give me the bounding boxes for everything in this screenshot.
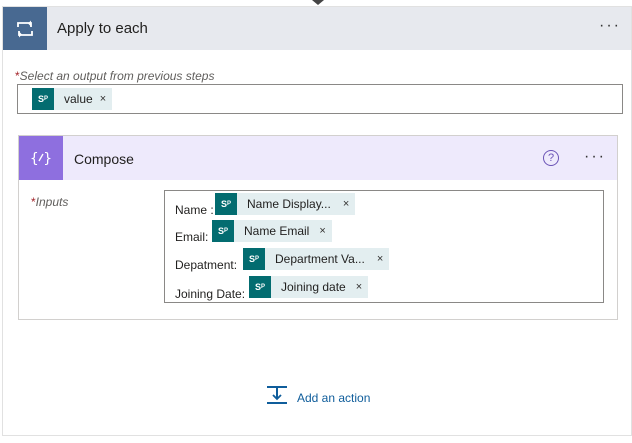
name-line-label: Name :	[175, 203, 214, 217]
compose-header[interactable]: { } Compose ? ···	[19, 136, 617, 180]
inputs-label-text: Inputs	[35, 195, 69, 209]
apply-more-options-icon[interactable]: ···	[599, 18, 621, 34]
remove-token-icon[interactable]: ×	[356, 281, 368, 293]
select-output-label: *Select an output from previous steps	[15, 69, 214, 83]
compose-more-options-icon[interactable]: ···	[584, 149, 606, 165]
apply-to-each-header[interactable]: Apply to each ···	[3, 7, 631, 50]
sharepoint-icon: SP	[249, 276, 271, 298]
sharepoint-icon: SP	[243, 248, 265, 270]
loop-icon	[3, 7, 47, 50]
remove-token-icon[interactable]: ×	[319, 225, 331, 237]
department-token[interactable]: SP Department Va... ×	[243, 248, 390, 270]
value-token[interactable]: SP value ×	[32, 88, 113, 110]
apply-to-each-title: Apply to each	[57, 20, 148, 37]
add-action-icon	[266, 385, 288, 410]
connector-arrow	[312, 0, 324, 5]
sharepoint-icon: SP	[215, 193, 237, 215]
remove-token-icon[interactable]: ×	[377, 253, 389, 265]
joining-date-token[interactable]: SP Joining date ×	[249, 276, 369, 298]
name-email-token-label: Name Email	[244, 224, 310, 238]
email-line-label: Email:	[175, 230, 209, 244]
name-display-token-label: Name Display...	[247, 197, 331, 211]
compose-title: Compose	[74, 151, 134, 167]
sharepoint-icon: SP	[212, 220, 234, 242]
value-token-label: value	[64, 92, 93, 106]
joining-date-line-label: Joining Date:	[175, 287, 246, 301]
joining-date-token-label: Joining date	[281, 280, 346, 294]
select-output-input[interactable]: SP value ×	[17, 84, 623, 114]
compose-card: { } Compose ? ··· *Inputs Name : SP Name…	[18, 135, 618, 320]
inputs-label: *Inputs	[31, 195, 68, 209]
apply-to-each-card: Apply to each ··· *Select an output from…	[2, 6, 632, 436]
help-icon[interactable]: ?	[543, 150, 559, 166]
inputs-field[interactable]: Name : SP Name Display... × Email: SP Na…	[164, 190, 604, 303]
name-display-token[interactable]: SP Name Display... ×	[215, 193, 356, 215]
sharepoint-icon: SP	[32, 88, 54, 110]
department-token-label: Department Va...	[275, 252, 365, 266]
name-email-token[interactable]: SP Name Email ×	[212, 220, 332, 242]
department-line-label: Depatment:	[175, 258, 238, 272]
compose-icon: { }	[19, 136, 63, 180]
add-action-button[interactable]: Add an action	[266, 385, 370, 410]
select-output-label-text: Select an output from previous steps	[19, 69, 215, 83]
add-action-label: Add an action	[297, 390, 371, 405]
svg-text:{ }: { }	[30, 151, 52, 167]
remove-token-icon[interactable]: ×	[100, 93, 112, 105]
remove-token-icon[interactable]: ×	[343, 198, 355, 210]
